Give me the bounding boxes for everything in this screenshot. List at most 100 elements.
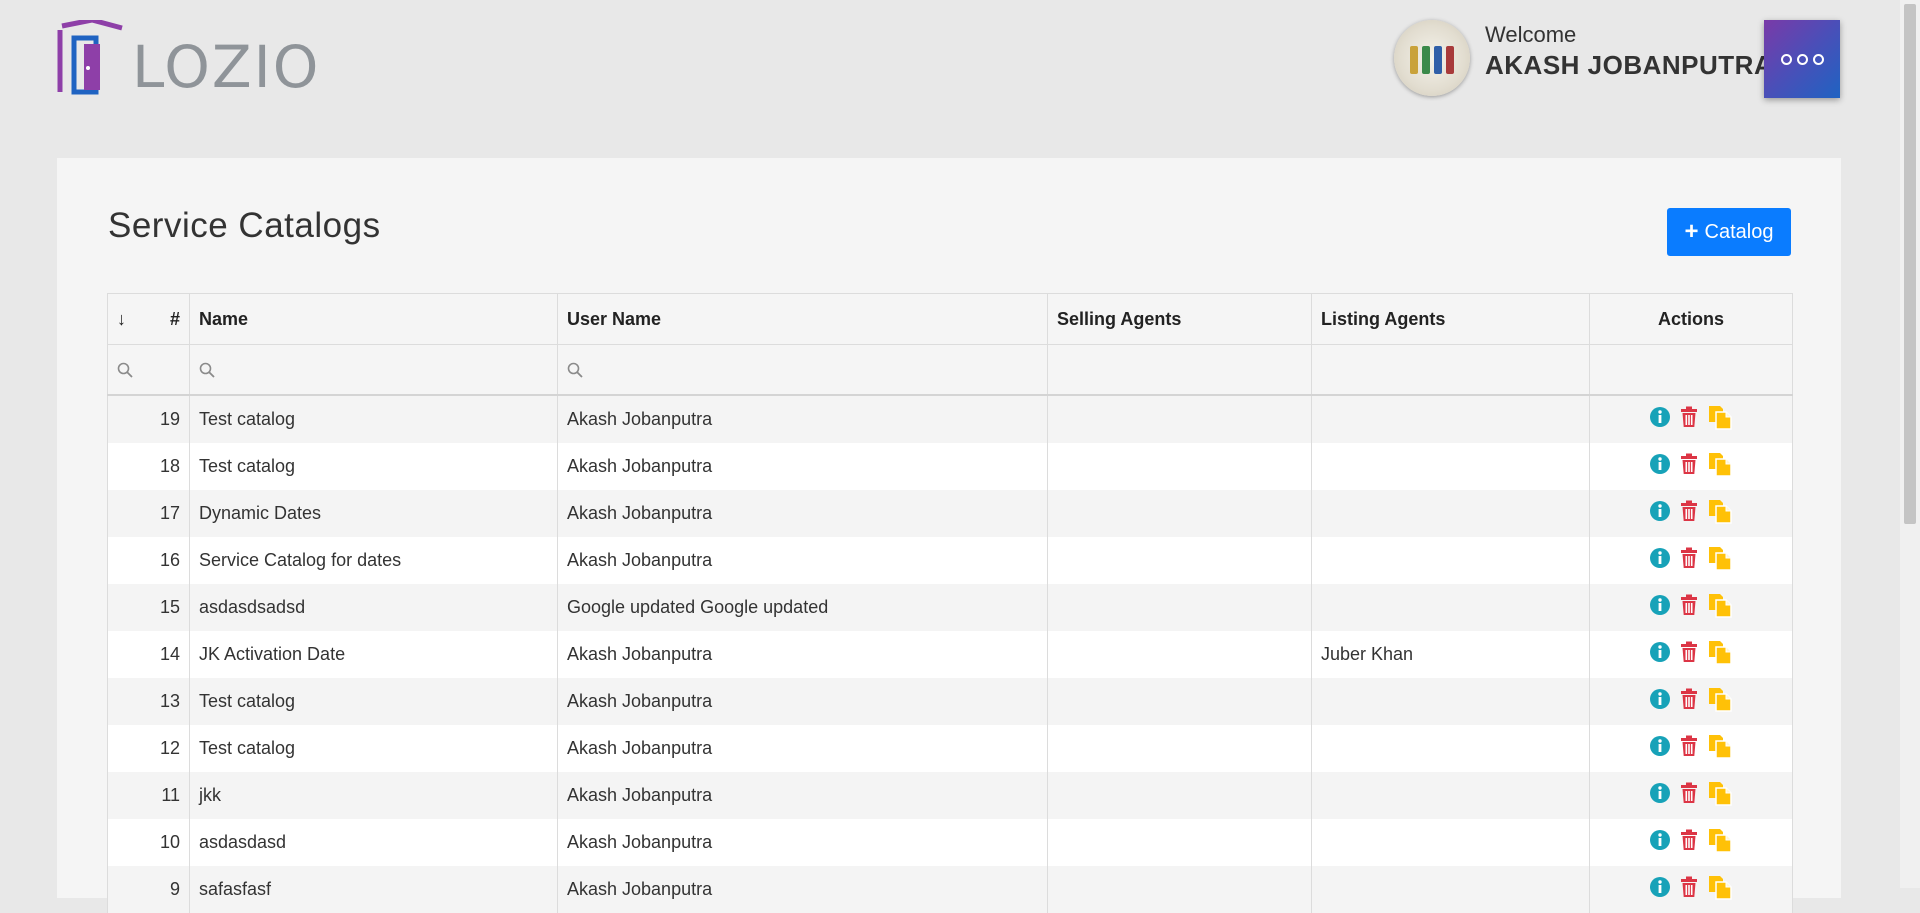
table-row[interactable]: 13 Test catalog Akash Jobanputra — [107, 678, 1793, 725]
info-icon[interactable] — [1649, 688, 1671, 715]
copy-icon[interactable] — [1707, 780, 1733, 811]
cell-name: jkk — [189, 772, 558, 819]
table-row[interactable]: 17 Dynamic Dates Akash Jobanputra — [107, 490, 1793, 537]
cell-name: safasfasf — [189, 866, 558, 913]
cell-listing-agents — [1311, 725, 1590, 772]
cell-user-name: Akash Jobanputra — [557, 631, 1048, 678]
scrollbar-thumb[interactable] — [1904, 4, 1916, 524]
trash-icon[interactable] — [1679, 876, 1699, 903]
cell-listing-agents — [1311, 819, 1590, 866]
table-row[interactable]: 9 safasfasf Akash Jobanputra — [107, 866, 1793, 913]
copy-icon[interactable] — [1707, 639, 1733, 670]
cell-name: asdasdasd — [189, 819, 558, 866]
cell-number: 15 — [107, 584, 190, 631]
cell-name: Service Catalog for dates — [189, 537, 558, 584]
cell-listing-agents — [1311, 490, 1590, 537]
cell-actions — [1589, 819, 1793, 866]
copy-icon[interactable] — [1707, 404, 1733, 435]
page-title: Service Catalogs — [108, 206, 381, 245]
copy-icon[interactable] — [1707, 451, 1733, 482]
cell-number: 17 — [107, 490, 190, 537]
cell-name: Test catalog — [189, 725, 558, 772]
info-icon[interactable] — [1649, 500, 1671, 527]
avatar[interactable] — [1394, 20, 1470, 96]
trash-icon[interactable] — [1679, 500, 1699, 527]
cell-selling-agents — [1047, 395, 1312, 443]
trash-icon[interactable] — [1679, 782, 1699, 809]
copy-icon[interactable] — [1707, 592, 1733, 623]
info-icon[interactable] — [1649, 829, 1671, 856]
number-header-label: # — [169, 308, 180, 329]
page-scrollbar[interactable] — [1900, 0, 1920, 888]
copy-icon[interactable] — [1707, 686, 1733, 717]
cell-listing-agents — [1311, 772, 1590, 819]
cell-number: 12 — [107, 725, 190, 772]
copy-icon[interactable] — [1707, 733, 1733, 764]
more-menu-button[interactable] — [1764, 20, 1840, 98]
cell-number: 9 — [107, 866, 190, 913]
dot-icon — [1780, 53, 1792, 65]
trash-icon[interactable] — [1679, 453, 1699, 480]
info-icon[interactable] — [1649, 453, 1671, 480]
table-row[interactable]: 16 Service Catalog for dates Akash Jobanpu… — [107, 537, 1793, 584]
cell-actions — [1589, 631, 1793, 678]
copy-icon[interactable] — [1707, 874, 1733, 905]
info-icon[interactable] — [1649, 406, 1671, 433]
cell-listing-agents — [1311, 395, 1590, 443]
cell-selling-agents — [1047, 678, 1312, 725]
cell-listing-agents — [1311, 537, 1590, 584]
column-header-selling-agents[interactable]: Selling Agents — [1047, 293, 1312, 345]
cell-name: Test catalog — [189, 395, 558, 443]
column-header-number[interactable]: ↓ # — [107, 293, 190, 345]
table-row[interactable]: 15 asdasdsadsd Google updated Google updat… — [107, 584, 1793, 631]
cell-user-name: Akash Jobanputra — [557, 395, 1048, 443]
trash-icon[interactable] — [1679, 547, 1699, 574]
column-header-user-name[interactable]: User Name — [557, 293, 1048, 345]
copy-icon[interactable] — [1707, 545, 1733, 576]
cell-user-name: Akash Jobanputra — [557, 866, 1048, 913]
search-icon — [117, 362, 133, 378]
trash-icon[interactable] — [1679, 406, 1699, 433]
table-row[interactable]: 12 Test catalog Akash Jobanputra — [107, 725, 1793, 772]
column-header-listing-agents[interactable]: Listing Agents — [1311, 293, 1590, 345]
cell-user-name: Akash Jobanputra — [557, 678, 1048, 725]
table-row[interactable]: 18 Test catalog Akash Jobanputra — [107, 443, 1793, 490]
copy-icon[interactable] — [1707, 498, 1733, 529]
brand-logo[interactable]: LOZIO — [56, 20, 318, 96]
cell-selling-agents — [1047, 490, 1312, 537]
table-row[interactable]: 19 Test catalog Akash Jobanputra — [107, 395, 1793, 443]
cell-listing-agents — [1311, 584, 1590, 631]
column-header-actions: Actions — [1589, 293, 1793, 345]
sort-arrow-icon[interactable]: ↓ — [117, 309, 126, 330]
trash-icon[interactable] — [1679, 594, 1699, 621]
trash-icon[interactable] — [1679, 641, 1699, 668]
filter-user-name[interactable] — [557, 344, 1048, 396]
trash-icon[interactable] — [1679, 829, 1699, 856]
table-row[interactable]: 11 jkk Akash Jobanputra — [107, 772, 1793, 819]
info-icon[interactable] — [1649, 876, 1671, 903]
trash-icon[interactable] — [1679, 688, 1699, 715]
copy-icon[interactable] — [1707, 827, 1733, 858]
cell-selling-agents — [1047, 631, 1312, 678]
filter-name[interactable] — [189, 344, 558, 396]
cell-selling-agents — [1047, 443, 1312, 490]
cell-user-name: Akash Jobanputra — [557, 772, 1048, 819]
filter-selling-agents — [1047, 344, 1312, 396]
trash-icon[interactable] — [1679, 735, 1699, 762]
search-icon — [199, 362, 215, 378]
info-icon[interactable] — [1649, 735, 1671, 762]
catalog-table: ↓ # Name User Name Selling Agents Listin… — [107, 293, 1793, 913]
info-icon[interactable] — [1649, 594, 1671, 621]
add-catalog-button[interactable]: + Catalog — [1667, 208, 1791, 256]
add-catalog-label: Catalog — [1704, 220, 1774, 243]
info-icon[interactable] — [1649, 641, 1671, 668]
column-header-name[interactable]: Name — [189, 293, 558, 345]
table-row[interactable]: 14 JK Activation Date Akash Jobanputra Jube… — [107, 631, 1793, 678]
info-icon[interactable] — [1649, 547, 1671, 574]
cell-number: 10 — [107, 819, 190, 866]
filter-number[interactable] — [107, 344, 190, 396]
table-row[interactable]: 10 asdasdasd Akash Jobanputra — [107, 819, 1793, 866]
cell-actions — [1589, 678, 1793, 725]
info-icon[interactable] — [1649, 782, 1671, 809]
dot-icon — [1796, 53, 1808, 65]
